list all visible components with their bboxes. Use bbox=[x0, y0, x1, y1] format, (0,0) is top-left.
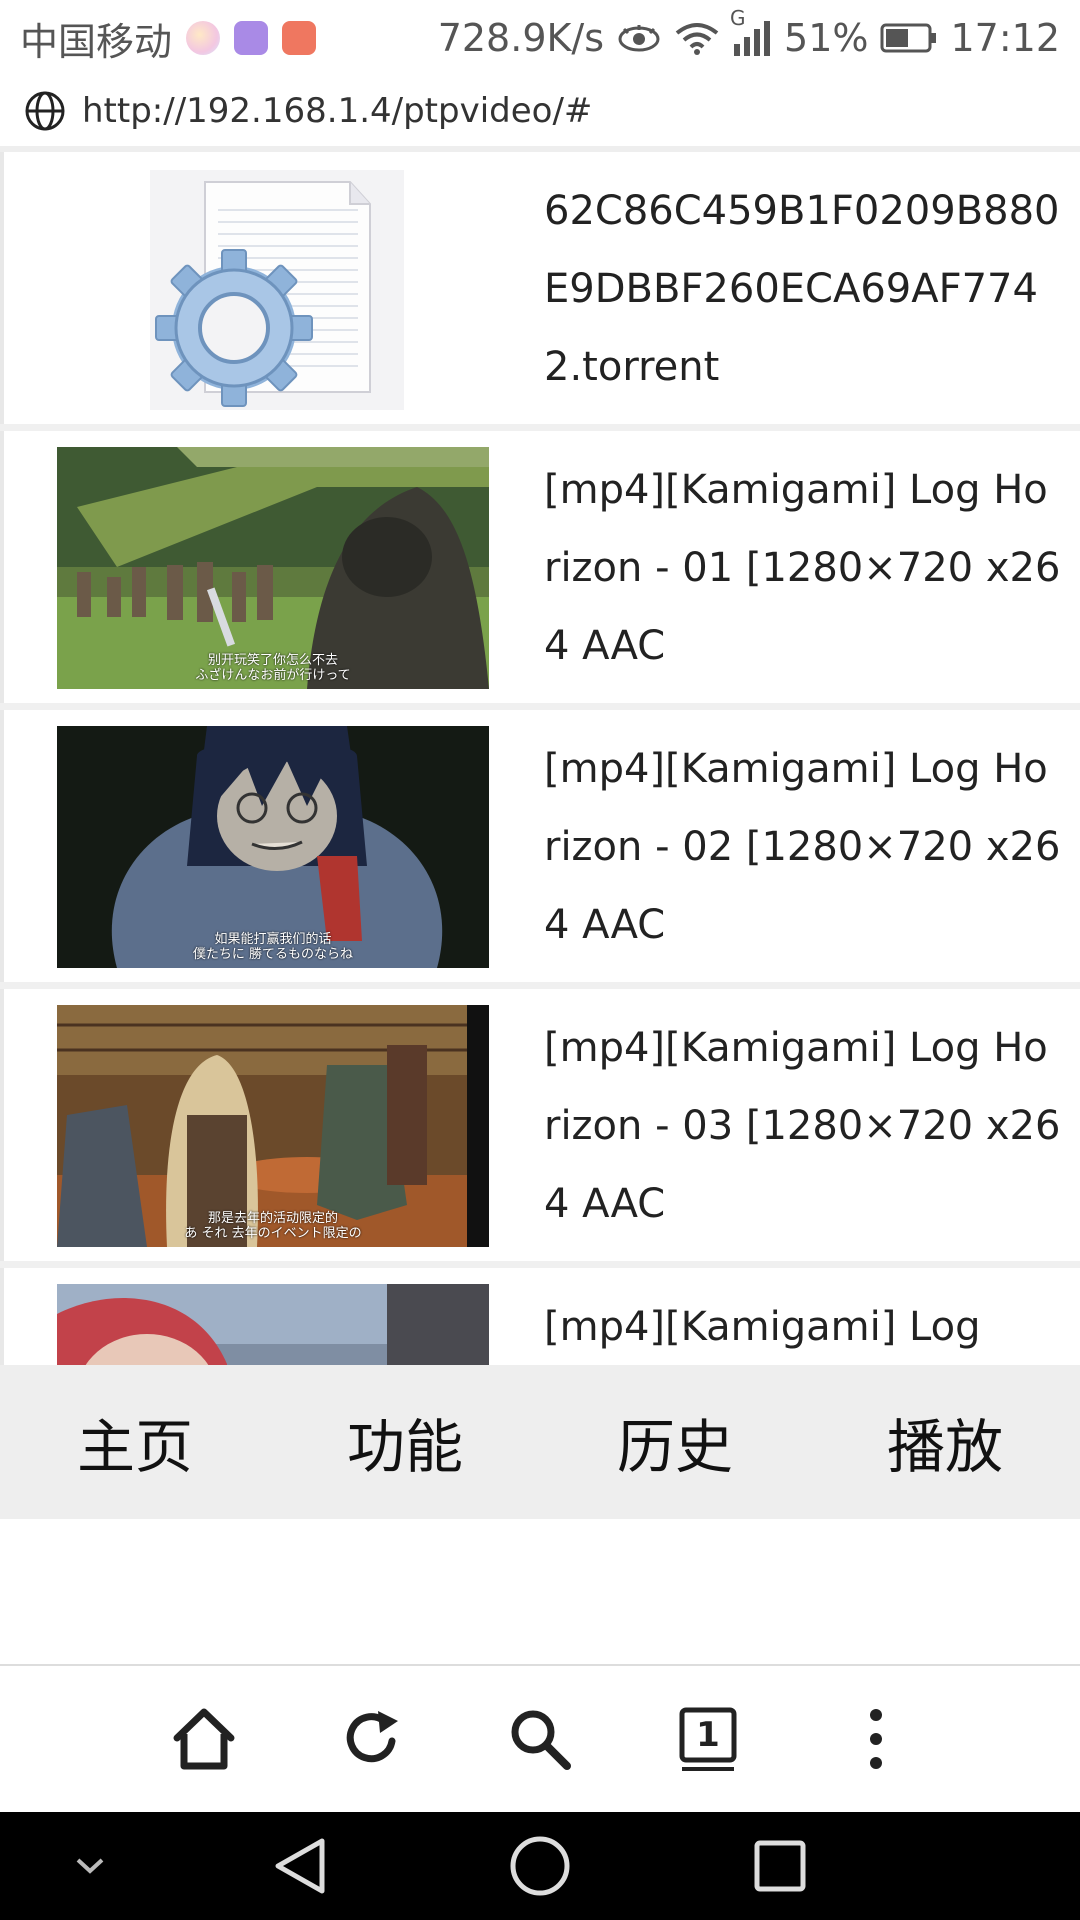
tab-count: 1 bbox=[696, 1715, 720, 1755]
battery-percent: 51% bbox=[784, 16, 869, 60]
tab-history[interactable]: 历史 bbox=[540, 1400, 810, 1484]
tabs-button[interactable]: 1 bbox=[668, 1699, 748, 1779]
carrier-label: 中国移动 bbox=[20, 19, 173, 64]
clock: 17:12 bbox=[950, 16, 1060, 60]
file-settings-icon bbox=[150, 170, 404, 410]
more-vertical-icon bbox=[870, 1709, 882, 1769]
video-subtitle: 别开玩笑了你怎么不去 ふざけんなお前が行けって bbox=[195, 653, 351, 683]
status-bar: 中国移动 728.9K/s G 51% 17:12 bbox=[0, 0, 1080, 76]
address-bar[interactable]: http://192.168.1.4/ptpvideo/# bbox=[0, 76, 1080, 152]
network-speed: 728.9K/s bbox=[437, 16, 605, 60]
list-item[interactable]: [mp4][Kamigami] Log bbox=[0, 1268, 1080, 1365]
video-thumbnail[interactable]: 那是去年的活动限定的 あ それ 去年のイベント限定の bbox=[57, 1005, 489, 1247]
home-button[interactable] bbox=[164, 1699, 244, 1779]
video-subtitle: 如果能打赢我们的话 僕たちに 勝てるものならね bbox=[192, 932, 354, 962]
video-thumbnail[interactable]: 如果能打赢我们的话 僕たちに 勝てるものならね bbox=[57, 726, 489, 968]
item-title[interactable]: 62C86C459B1F0209B880E9DBBF260ECA69AF7742… bbox=[544, 172, 1064, 406]
page-blank-area bbox=[0, 1519, 1080, 1666]
item-title[interactable]: [mp4][Kamigami] Log Horizon - 01 [1280×7… bbox=[544, 451, 1064, 685]
hide-nav-button[interactable] bbox=[60, 1812, 120, 1920]
system-nav-bar bbox=[0, 1812, 1080, 1920]
list-item[interactable]: 别开玩笑了你怎么不去 ふざけんなお前が行けって [mp4][Kamigami] … bbox=[0, 431, 1080, 703]
recents-square-icon bbox=[754, 1840, 806, 1892]
notification-app-icon bbox=[186, 21, 221, 55]
tab-home[interactable]: 主页 bbox=[0, 1400, 270, 1484]
status-left: 中国移动 bbox=[20, 0, 317, 76]
tab-play[interactable]: 播放 bbox=[810, 1400, 1080, 1484]
tool-app-icon bbox=[282, 21, 317, 55]
status-right: 728.9K/s G 51% 17:12 bbox=[438, 0, 1060, 76]
globe-icon bbox=[25, 91, 65, 131]
video-list[interactable]: 62C86C459B1F0209B880E9DBBF260ECA69AF7742… bbox=[0, 152, 1080, 1365]
home-icon bbox=[173, 1708, 235, 1770]
item-title[interactable]: [mp4][Kamigami] Log bbox=[544, 1288, 1064, 1365]
signal-icon: G bbox=[730, 6, 772, 56]
list-item[interactable]: 如果能打赢我们的话 僕たちに 勝てるものならね [mp4][Kamigami] … bbox=[0, 710, 1080, 982]
wifi-icon bbox=[674, 21, 720, 55]
gallery-app-icon bbox=[234, 21, 269, 55]
item-title[interactable]: [mp4][Kamigami] Log Horizon - 03 [1280×7… bbox=[544, 1009, 1064, 1243]
tab-bar: 主页 功能 历史 播放 bbox=[0, 1365, 1080, 1519]
home-nav-button[interactable] bbox=[500, 1812, 580, 1920]
battery-icon bbox=[880, 23, 938, 53]
refresh-icon bbox=[346, 1711, 398, 1763]
eye-comfort-icon bbox=[616, 23, 662, 53]
refresh-button[interactable] bbox=[332, 1699, 412, 1779]
list-item[interactable]: 62C86C459B1F0209B880E9DBBF260ECA69AF7742… bbox=[0, 152, 1080, 424]
network-type-label: G bbox=[730, 6, 746, 30]
back-button[interactable] bbox=[260, 1812, 340, 1920]
item-title[interactable]: [mp4][Kamigami] Log Horizon - 02 [1280×7… bbox=[544, 730, 1064, 964]
chevron-down-icon bbox=[76, 1858, 104, 1874]
more-menu-button[interactable] bbox=[836, 1699, 916, 1779]
tab-features[interactable]: 功能 bbox=[270, 1400, 540, 1484]
home-circle-icon bbox=[510, 1836, 570, 1896]
url-text[interactable]: http://192.168.1.4/ptpvideo/# bbox=[82, 91, 592, 131]
video-thumbnail[interactable] bbox=[57, 1284, 489, 1365]
search-button[interactable] bbox=[500, 1699, 580, 1779]
video-subtitle: 那是去年的活动限定的 あ それ 去年のイベント限定の bbox=[184, 1211, 362, 1241]
list-item[interactable]: 那是去年的活动限定的 あ それ 去年のイベント限定の [mp4][Kamigam… bbox=[0, 989, 1080, 1261]
browser-toolbar: 1 bbox=[0, 1666, 1080, 1812]
search-icon bbox=[511, 1710, 571, 1770]
back-triangle-icon bbox=[275, 1838, 325, 1894]
recents-button[interactable] bbox=[740, 1812, 820, 1920]
video-thumbnail[interactable]: 别开玩笑了你怎么不去 ふざけんなお前が行けって bbox=[57, 447, 489, 689]
